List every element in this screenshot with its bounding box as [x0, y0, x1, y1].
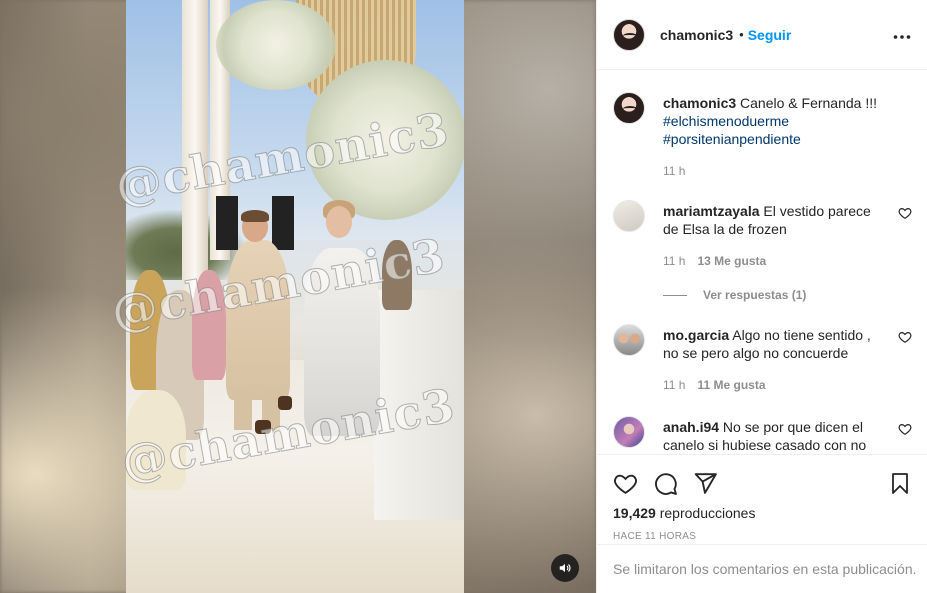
views-count[interactable]: 19,429 reproducciones [597, 505, 927, 521]
share-icon [694, 472, 717, 494]
video-speaker [272, 196, 294, 250]
avatar[interactable] [613, 324, 645, 356]
comment-item: mariamtzayala El vestido parece de Elsa … [613, 200, 912, 270]
video-flowers [216, 0, 336, 90]
comment-time[interactable]: 11 h [663, 252, 685, 270]
like-button[interactable] [611, 469, 639, 497]
comment-item: anah.i94 No se por que dicen el canelo s… [613, 416, 912, 454]
header-username[interactable]: chamonic3 [660, 27, 733, 43]
comment-time[interactable]: 11 h [663, 376, 685, 394]
hashtag-link[interactable]: #elchismenoduerme [663, 112, 884, 130]
views-label: reproducciones [659, 505, 756, 521]
post-caption: chamonic3 Canelo & Fernanda !!! #elchism… [613, 92, 912, 180]
post-sidebar: chamonic3 • Seguir chamonic3 Canelo & Fe… [596, 0, 927, 593]
post-media[interactable]: @chamonic3 @chamonic3 @chamonic3 [0, 0, 596, 593]
view-replies-label: Ver respuestas (1) [703, 288, 807, 302]
audio-toggle-button[interactable] [551, 554, 579, 582]
heart-icon[interactable] [898, 206, 912, 220]
separator-dot: • [739, 27, 744, 42]
more-options-button[interactable] [893, 24, 911, 45]
video-speaker [216, 196, 238, 250]
post-actions: 19,429 reproducciones HACE 11 HORAS [597, 454, 927, 542]
comment-icon [654, 472, 677, 495]
more-horizontal-icon [893, 35, 911, 39]
view-replies-button[interactable]: Ver respuestas (1) [663, 288, 912, 302]
video-groom-hair [241, 210, 269, 222]
video-bride-head [326, 206, 352, 238]
hashtag-link[interactable]: #porsitenianpendiente [663, 130, 884, 148]
caption-time[interactable]: 11 h [663, 162, 685, 180]
comments-limited-notice: Se limitaron los comentarios en esta pub… [597, 544, 927, 593]
comment-likes[interactable]: 11 Me gusta [697, 376, 765, 394]
avatar[interactable] [613, 200, 645, 232]
comment-username[interactable]: mo.garcia [663, 327, 729, 343]
comments-list[interactable]: chamonic3 Canelo & Fernanda !!! #elchism… [597, 70, 927, 455]
comment-item: mo.garcia Algo no tiene sentido , no se … [613, 324, 912, 394]
replies-divider [663, 294, 687, 296]
avatar[interactable] [613, 18, 645, 51]
heart-icon [613, 474, 637, 494]
post-header: chamonic3 • Seguir [597, 0, 927, 70]
caption-text: Canelo & Fernanda !!! [740, 95, 878, 111]
avatar[interactable] [613, 416, 645, 448]
avatar[interactable] [613, 92, 645, 124]
post-timestamp[interactable]: HACE 11 HORAS [597, 531, 927, 542]
comment-button[interactable] [651, 469, 679, 497]
speaker-volume-icon [559, 563, 571, 573]
comment-username[interactable]: anah.i94 [663, 419, 719, 435]
comment-username[interactable]: mariamtzayala [663, 203, 760, 219]
save-button[interactable] [886, 469, 914, 497]
bookmark-icon [892, 472, 908, 494]
caption-username[interactable]: chamonic3 [663, 95, 736, 111]
follow-button[interactable]: Seguir [748, 27, 792, 43]
heart-icon[interactable] [898, 422, 912, 436]
heart-icon[interactable] [898, 330, 912, 344]
views-number: 19,429 [613, 505, 656, 521]
share-button[interactable] [691, 469, 719, 497]
comment-likes[interactable]: 13 Me gusta [697, 252, 766, 270]
